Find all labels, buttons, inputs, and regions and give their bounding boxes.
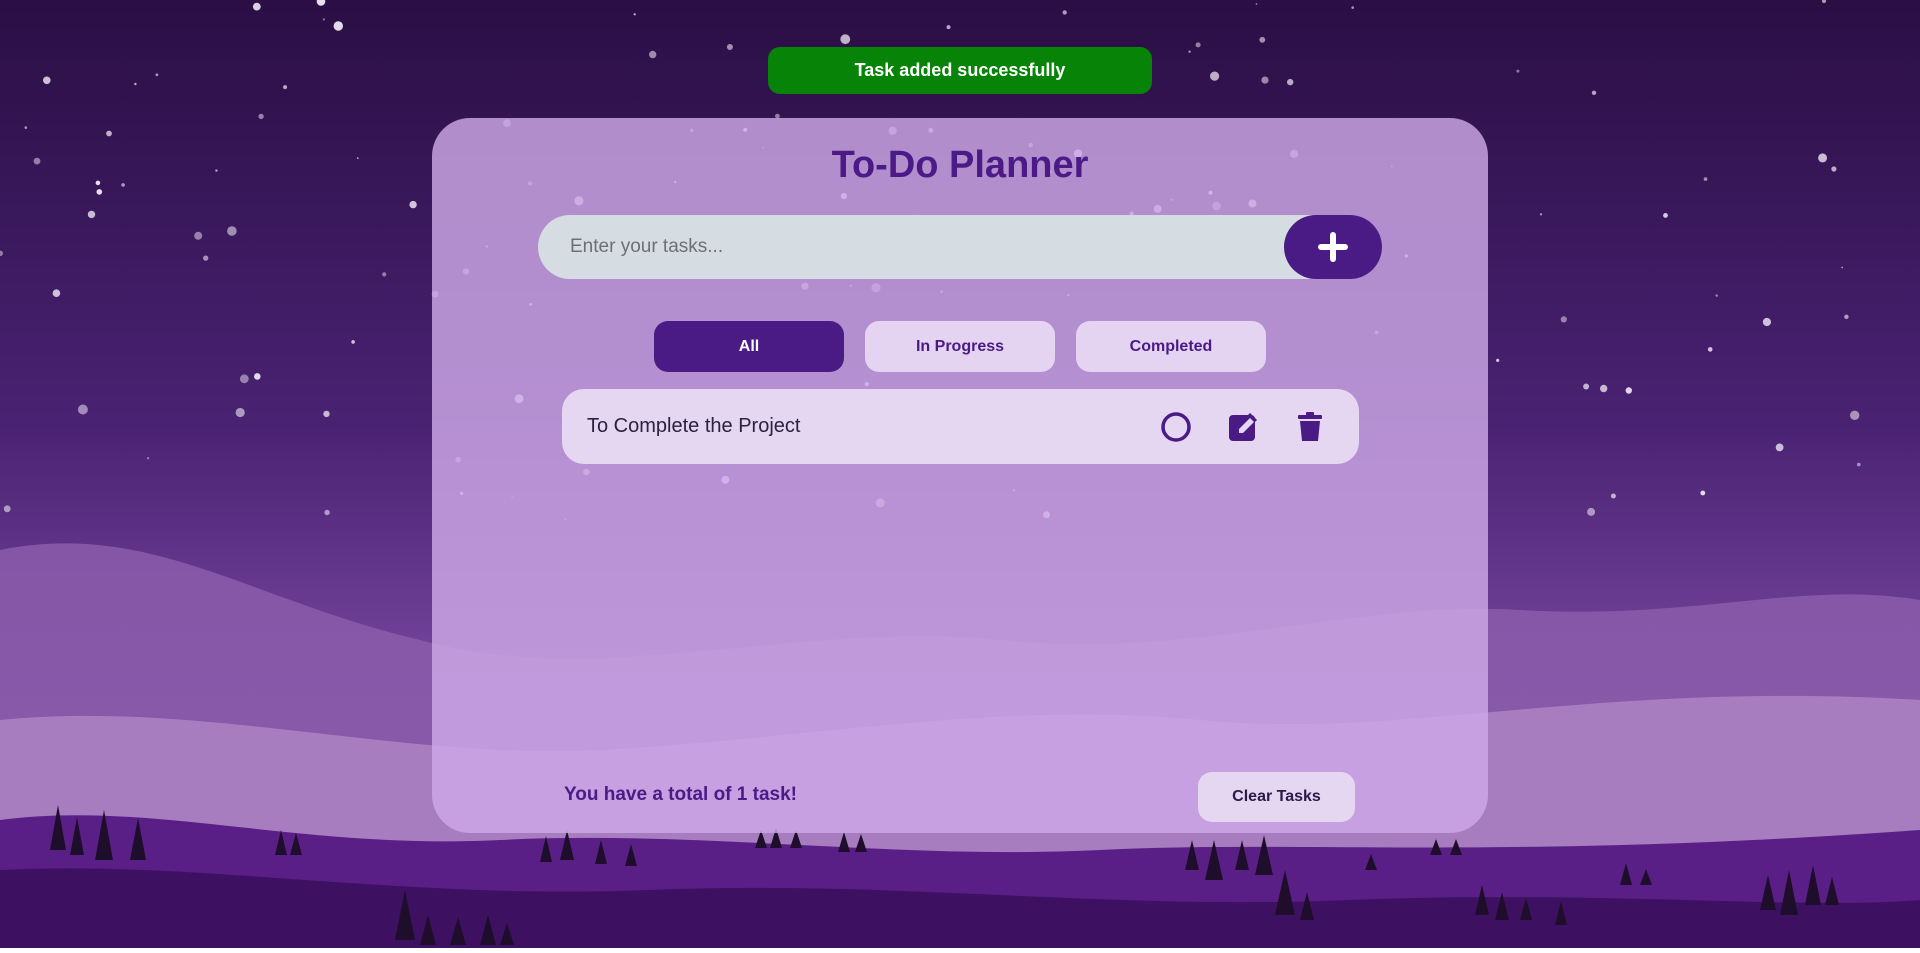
todo-panel: To-Do Planner All In Progress Completed … — [432, 118, 1488, 833]
task-input-wrapper — [538, 215, 1382, 279]
task-text: To Complete the Project — [587, 415, 801, 437]
task-count-summary: You have a total of 1 task! — [564, 784, 797, 805]
clear-tasks-button[interactable]: Clear Tasks — [1198, 772, 1355, 822]
add-task-button[interactable] — [1284, 215, 1382, 279]
task-input[interactable] — [568, 235, 1272, 259]
circle-icon — [1161, 412, 1191, 442]
task-item: To Complete the Project — [562, 389, 1359, 464]
edit-icon — [1229, 412, 1258, 441]
filter-all-button[interactable]: All — [654, 321, 844, 372]
delete-task-button[interactable] — [1293, 410, 1327, 444]
toggle-complete-button[interactable] — [1159, 410, 1193, 444]
edit-task-button[interactable] — [1226, 410, 1260, 444]
success-toast: Task added successfully — [768, 47, 1152, 94]
plus-icon — [1318, 232, 1348, 262]
app-title: To-Do Planner — [831, 144, 1089, 186]
filter-completed-button[interactable]: Completed — [1076, 321, 1266, 372]
filter-in-progress-button[interactable]: In Progress — [865, 321, 1055, 372]
trash-icon — [1298, 412, 1322, 441]
